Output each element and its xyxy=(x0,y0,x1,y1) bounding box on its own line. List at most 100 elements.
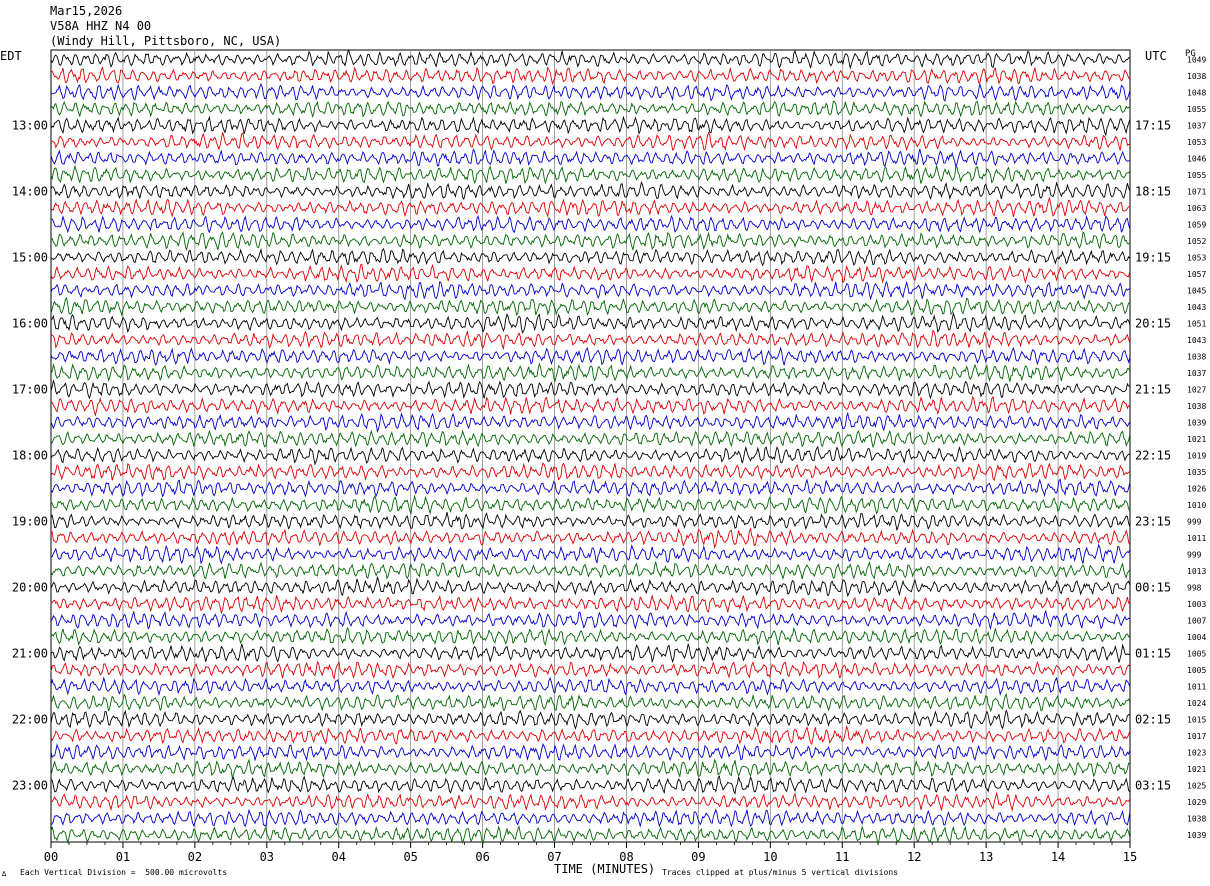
seismic-trace xyxy=(50,709,1131,730)
trace-value-label: 1057 xyxy=(1187,270,1206,279)
seismic-trace xyxy=(50,48,1130,70)
seismic-trace xyxy=(50,543,1131,565)
trace-value-label: 1052 xyxy=(1187,237,1206,246)
seismic-trace xyxy=(50,824,1131,846)
plot-frame xyxy=(50,49,1131,843)
x-tick-label: 05 xyxy=(403,850,417,864)
seismic-trace xyxy=(50,478,1131,498)
x-tick-label: 03 xyxy=(260,850,274,864)
trace-value-label: 1026 xyxy=(1187,484,1206,493)
trace-value-label: 1035 xyxy=(1187,468,1206,477)
seismic-trace xyxy=(50,280,1131,301)
left-hour-label: 18:00 xyxy=(12,448,48,462)
trace-value-label: 1045 xyxy=(1187,286,1206,295)
trace-value-label: 1005 xyxy=(1187,649,1206,658)
right-hour-label: 01:15 xyxy=(1135,646,1171,660)
trace-value-label: 1053 xyxy=(1187,138,1206,147)
seismic-trace xyxy=(50,758,1130,780)
footer-corner-mark: ∆ xyxy=(2,870,7,878)
x-tick-label: 00 xyxy=(44,850,58,864)
trace-value-label: 1027 xyxy=(1187,385,1206,394)
trace-value-label: 1029 xyxy=(1187,798,1206,807)
trace-value-label: 1038 xyxy=(1187,352,1206,361)
x-tick-label: 04 xyxy=(332,850,346,864)
seismic-trace xyxy=(50,263,1131,284)
trace-value-label: 1046 xyxy=(1187,154,1206,163)
trace-value-label: 1049 xyxy=(1187,55,1206,64)
seismic-trace xyxy=(50,247,1131,267)
x-tick-label: 09 xyxy=(691,850,705,864)
trace-value-label: 1037 xyxy=(1187,369,1206,378)
right-hour-label: 03:15 xyxy=(1135,778,1171,792)
left-hour-label: 19:00 xyxy=(12,514,48,528)
x-tick-label: 06 xyxy=(475,850,489,864)
seismic-trace xyxy=(50,100,1131,118)
trace-value-label: 1004 xyxy=(1187,633,1206,642)
x-tick-label: 12 xyxy=(907,850,921,864)
left-hour-label: 15:00 xyxy=(12,250,48,264)
x-tick-label: 02 xyxy=(188,850,202,864)
trace-value-label: 1048 xyxy=(1187,88,1206,97)
left-hour-label: 23:00 xyxy=(12,778,48,792)
seismic-trace xyxy=(50,575,1131,598)
trace-value-label: 1013 xyxy=(1187,567,1206,576)
right-hour-label: 17:15 xyxy=(1135,118,1171,132)
left-hour-label: 14:00 xyxy=(12,184,48,198)
right-hour-label: 22:15 xyxy=(1135,448,1171,462)
seismic-trace xyxy=(50,429,1131,449)
left-hour-label: 20:00 xyxy=(12,580,48,594)
seismic-trace xyxy=(50,164,1131,185)
x-tick-label: 15 xyxy=(1123,850,1137,864)
left-hour-label: 13:00 xyxy=(12,118,48,132)
seismic-trace xyxy=(50,742,1131,762)
right-hour-label: 20:15 xyxy=(1135,316,1171,330)
seismic-trace xyxy=(51,82,1131,102)
left-hour-label: 16:00 xyxy=(12,316,48,330)
right-hour-label: 21:15 xyxy=(1135,382,1171,396)
seismic-trace xyxy=(50,643,1130,664)
vertical-division-note: Each Vertical Division = 500.00 microvol… xyxy=(20,868,228,877)
x-axis-label: TIME (MINUTES) xyxy=(554,862,656,876)
seismic-trace xyxy=(50,626,1131,646)
seismic-trace xyxy=(50,181,1131,201)
seismic-trace xyxy=(50,214,1131,234)
trace-value-label: 999 xyxy=(1187,517,1202,526)
trace-value-label: 1043 xyxy=(1187,303,1206,312)
trace-value-label: 1019 xyxy=(1187,451,1206,460)
x-tick-label: 11 xyxy=(835,850,849,864)
trace-value-label: 1010 xyxy=(1187,501,1206,510)
seismic-trace xyxy=(50,329,1131,351)
clip-note: Traces clipped at plus/minus 5 vertical … xyxy=(662,868,899,877)
seismic-trace xyxy=(50,692,1131,713)
x-tick-label: 14 xyxy=(1051,850,1065,864)
trace-value-label: 1055 xyxy=(1187,171,1206,180)
trace-value-label: 1017 xyxy=(1187,732,1206,741)
right-hour-label: 02:15 xyxy=(1135,712,1171,726)
seismic-trace xyxy=(50,379,1130,400)
x-tick-label: 01 xyxy=(116,850,130,864)
trace-value-label: 1011 xyxy=(1187,534,1206,543)
left-hour-label: 17:00 xyxy=(12,382,48,396)
seismic-trace xyxy=(50,131,1131,152)
seismic-trace xyxy=(50,115,1131,137)
trace-value-label: 998 xyxy=(1187,583,1202,592)
seismic-trace xyxy=(50,593,1131,615)
left-hour-label: 21:00 xyxy=(12,646,48,660)
right-hour-label: 23:15 xyxy=(1135,514,1171,528)
seismic-trace xyxy=(50,395,1131,417)
trace-value-label: 1038 xyxy=(1187,72,1206,81)
trace-value-label: 1043 xyxy=(1187,336,1206,345)
trace-value-label: 1024 xyxy=(1187,699,1206,708)
trace-value-label: 1015 xyxy=(1187,715,1206,724)
trace-value-label: 1053 xyxy=(1187,253,1206,262)
seismic-trace xyxy=(50,296,1130,317)
x-tick-label: 10 xyxy=(763,850,777,864)
seismic-trace xyxy=(50,462,1131,482)
seismic-trace xyxy=(50,346,1131,366)
right-hour-label: 00:15 xyxy=(1135,580,1171,594)
trace-value-label: 1038 xyxy=(1187,814,1206,823)
seismic-trace xyxy=(50,512,1131,531)
seismic-trace xyxy=(50,676,1131,697)
seismic-trace xyxy=(50,494,1131,516)
trace-value-label: 1055 xyxy=(1187,105,1206,114)
